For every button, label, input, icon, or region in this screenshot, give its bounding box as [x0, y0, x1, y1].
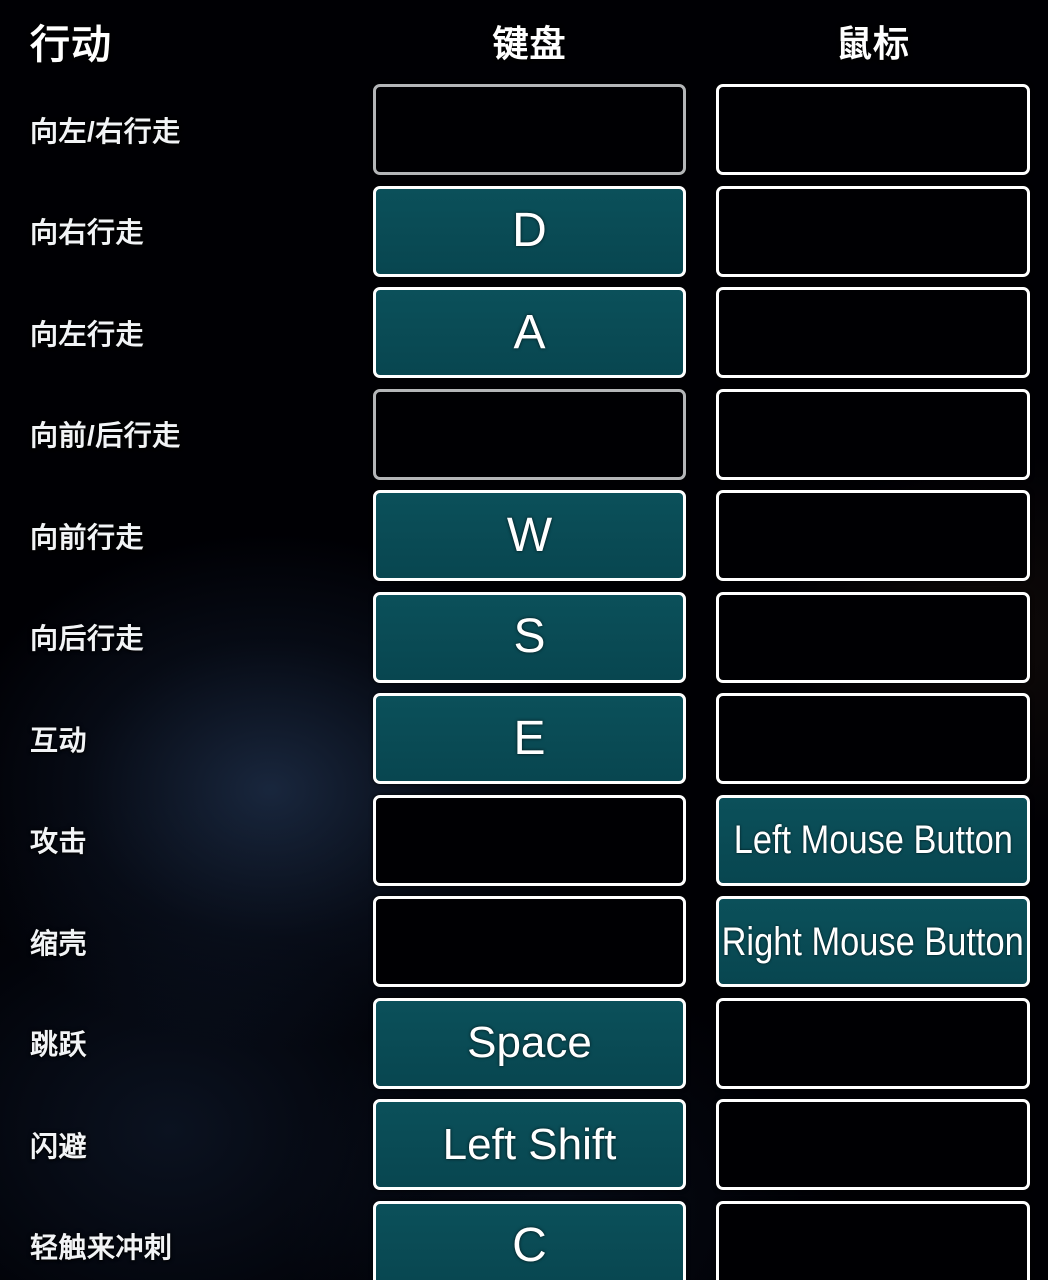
keyboard-bind-slot[interactable]: A [373, 287, 686, 378]
mouse-bind-slot[interactable] [716, 84, 1030, 175]
mouse-bind-slot[interactable] [716, 287, 1030, 378]
keybinding-row: 向前行走 W [0, 490, 1048, 581]
keybinding-row: 向左/右行走 [0, 84, 1048, 175]
mouse-bind-slot[interactable] [716, 490, 1030, 581]
action-label: 攻击 [30, 826, 88, 857]
action-label: 跳跃 [30, 1029, 88, 1060]
keybinding-settings-page: 行动 键盘 鼠标 向左/右行走 向右行走 D 向左行走 A 向前/后行走 向前行走 W 向后行走… [0, 0, 1048, 1280]
mouse-bind-slot[interactable] [716, 997, 1030, 1089]
keyboard-bind-label: D [512, 204, 547, 257]
action-label: 向右行走 [30, 217, 145, 248]
keyboard-bind-label: Space [467, 1018, 592, 1067]
keybinding-row: 缩壳 Right Mouse Button [0, 896, 1048, 987]
mouse-bind-slot[interactable] [716, 591, 1030, 683]
keyboard-bind-slot[interactable]: S [373, 591, 686, 683]
keybinding-row: 跳跃 Space [0, 997, 1048, 1089]
mouse-bind-label: Left Mouse Button [733, 818, 1013, 862]
keybinding-rows: 向左/右行走 向右行走 D 向左行走 A 向前/后行走 向前行走 W 向后行走 S 互动 E 攻击 Lef… [0, 0, 1048, 1280]
action-label: 闪避 [30, 1130, 88, 1162]
mouse-bind-slot[interactable] [716, 693, 1030, 784]
keyboard-bind-slot[interactable] [373, 794, 686, 886]
keyboard-bind-slot[interactable] [373, 388, 686, 480]
keyboard-bind-slot[interactable]: D [373, 185, 686, 277]
keyboard-bind-slot[interactable] [373, 84, 686, 175]
action-label: 向前行走 [30, 521, 145, 553]
keyboard-bind-slot[interactable]: Space [373, 997, 686, 1089]
mouse-bind-label: Right Mouse Button [721, 919, 1025, 964]
keyboard-bind-label: S [513, 610, 546, 663]
mouse-bind-slot[interactable]: Left Mouse Button [716, 794, 1030, 886]
keybinding-row: 轻触来冲刺 C [0, 1200, 1048, 1280]
keyboard-bind-slot[interactable]: E [373, 693, 686, 784]
mouse-bind-slot[interactable] [716, 185, 1030, 277]
keybinding-row: 互动 E [0, 693, 1048, 784]
action-label: 互动 [30, 724, 88, 756]
mouse-bind-slot[interactable] [716, 1099, 1030, 1190]
keyboard-bind-slot[interactable]: Left Shift [373, 1099, 686, 1190]
keybinding-row: 向左行走 A [0, 287, 1048, 378]
keyboard-bind-slot[interactable] [373, 896, 686, 987]
action-label: 轻触来冲刺 [30, 1232, 173, 1263]
keybinding-row: 向前/后行走 [0, 388, 1048, 480]
keyboard-bind-slot[interactable]: W [373, 490, 686, 581]
mouse-bind-slot[interactable] [716, 1200, 1030, 1280]
keyboard-bind-slot[interactable]: C [373, 1200, 686, 1280]
keyboard-bind-label: E [513, 711, 546, 765]
action-label: 缩壳 [30, 927, 88, 959]
keybinding-row: 闪避 Left Shift [0, 1099, 1048, 1190]
action-label: 向前/后行走 [30, 420, 181, 451]
keyboard-bind-label: W [506, 508, 553, 562]
keybinding-row: 向后行走 S [0, 591, 1048, 683]
keyboard-bind-label: A [513, 305, 546, 359]
keyboard-bind-label: C [512, 1219, 547, 1272]
action-label: 向左行走 [30, 318, 145, 350]
keybinding-row: 攻击 Left Mouse Button [0, 794, 1048, 886]
action-label: 向左/右行走 [30, 115, 181, 147]
mouse-bind-slot[interactable]: Right Mouse Button [716, 896, 1030, 987]
mouse-bind-slot[interactable] [716, 388, 1030, 480]
action-label: 向后行走 [30, 623, 145, 654]
keybinding-row: 向右行走 D [0, 185, 1048, 277]
keyboard-bind-label: Left Shift [442, 1119, 617, 1169]
